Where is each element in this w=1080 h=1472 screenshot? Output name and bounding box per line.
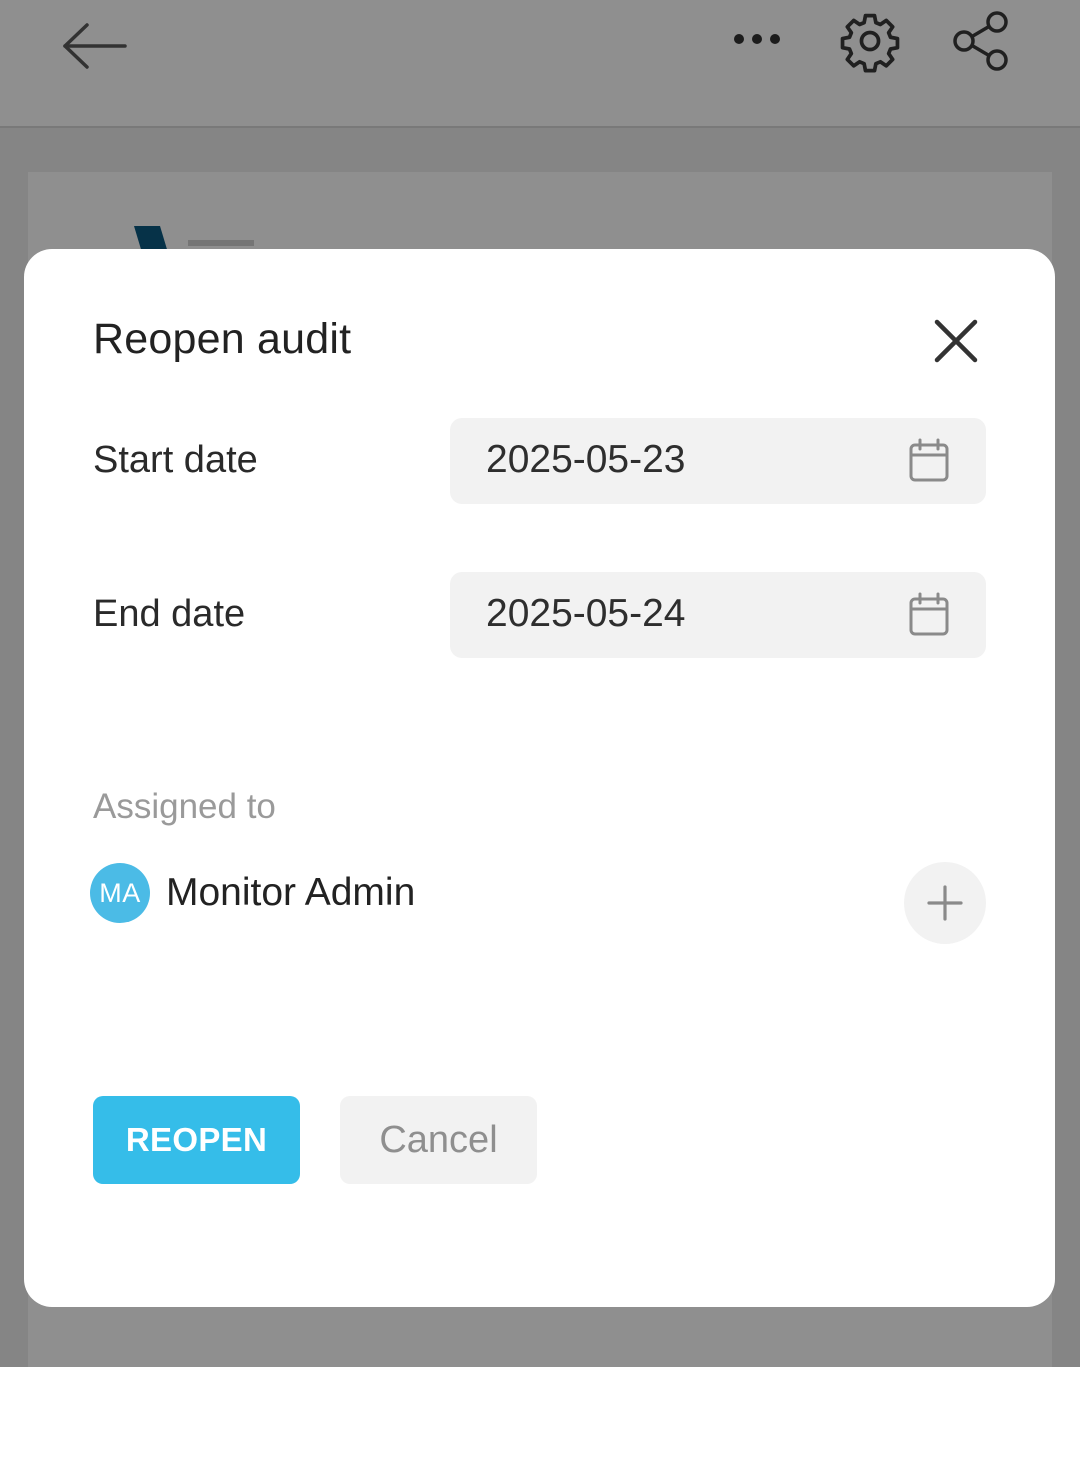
assigned-to-label: Assigned to <box>93 787 276 826</box>
add-assignee-button[interactable] <box>904 862 986 944</box>
close-icon <box>934 319 978 363</box>
calendar-icon[interactable] <box>906 438 952 484</box>
avatar: MA <box>90 863 150 923</box>
start-date-value: 2025-05-23 <box>486 438 686 481</box>
assignee-name: Monitor Admin <box>166 871 416 914</box>
reopen-button[interactable]: REOPEN <box>93 1096 300 1184</box>
cancel-button[interactable]: Cancel <box>340 1096 537 1184</box>
start-date-label: Start date <box>93 439 258 481</box>
close-button[interactable] <box>924 309 988 373</box>
end-date-field[interactable]: 2025-05-24 <box>450 572 986 658</box>
dialog-title: Reopen audit <box>93 315 352 363</box>
reopen-audit-dialog: Reopen audit Start date 2025-05-23 End d… <box>24 249 1055 1307</box>
start-date-field[interactable]: 2025-05-23 <box>450 418 986 504</box>
assignee-item[interactable]: MA Monitor Admin <box>90 862 415 924</box>
calendar-icon[interactable] <box>906 592 952 638</box>
end-date-value: 2025-05-24 <box>486 592 686 635</box>
end-date-label: End date <box>93 593 246 635</box>
plus-icon <box>927 885 963 921</box>
